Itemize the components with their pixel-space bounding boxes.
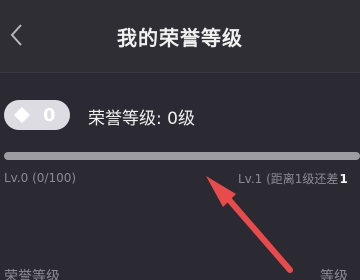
next-level-number: 1 (339, 172, 348, 186)
diamond-icon (13, 106, 31, 124)
current-level-caption: Lv.0 (0/100) (4, 171, 77, 185)
honor-level-text: 荣誉等级: 0级 (88, 109, 195, 129)
header-divider (0, 72, 360, 73)
page-title: 我的荣誉等级 (117, 26, 243, 50)
section-title: 荣誉等级 (4, 269, 60, 280)
honor-progress-bar (4, 152, 360, 160)
badge-value: 0 (43, 104, 56, 126)
honor-badge: 0 (4, 100, 70, 130)
next-level-text: Lv.1 (距离1级还差 (238, 172, 339, 186)
next-level-caption: Lv.1 (距离1级还差1 (238, 170, 348, 187)
top-bar: 我的荣誉等级 (0, 0, 360, 72)
section-right-label: 等级 (320, 269, 348, 280)
honor-level-screen: 我的荣誉等级 0 荣誉等级: 0级 Lv.0 (0/100) Lv.1 (距离1… (0, 0, 360, 280)
